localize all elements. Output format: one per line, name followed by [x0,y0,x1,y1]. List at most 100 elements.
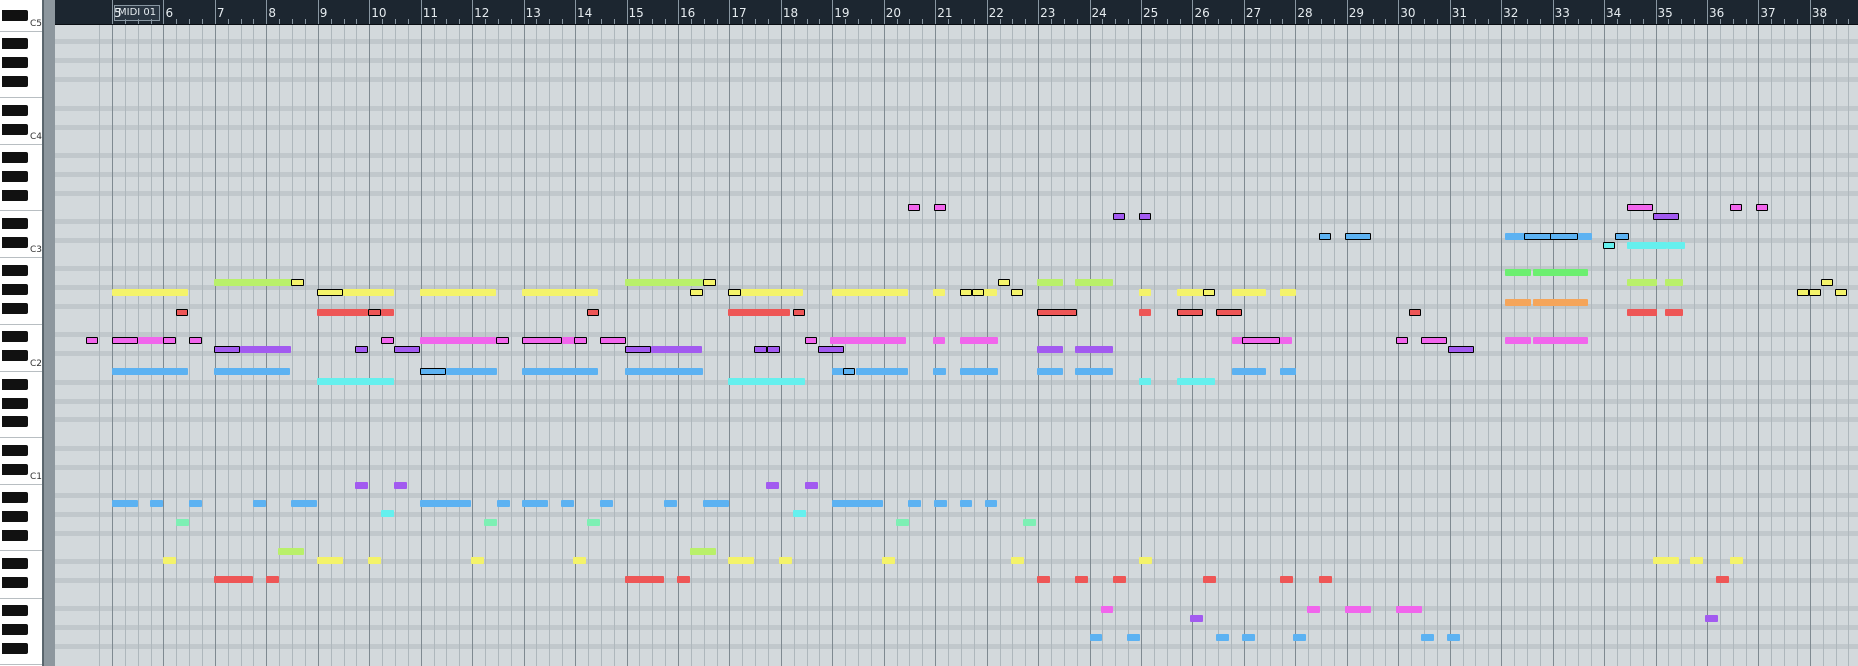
midi-note[interactable] [1037,346,1063,353]
timeline-ruler[interactable]: MIDI 01 5 6 7 8 9 10 11 12 13 14 15 16 17 18 19 20 21 22 2… [55,0,1858,25]
midi-note[interactable] [1139,213,1151,220]
midi-note[interactable] [1232,289,1266,296]
midi-note[interactable] [266,576,279,583]
midi-note[interactable] [677,576,690,583]
midi-note[interactable] [317,557,343,564]
midi-note[interactable] [600,337,626,344]
midi-note[interactable] [972,289,984,296]
midi-note[interactable] [1409,309,1421,316]
midi-note[interactable] [420,500,471,507]
midi-note[interactable] [1705,615,1718,622]
black-key[interactable] [2,397,28,409]
midi-note[interactable] [1505,337,1531,344]
midi-note[interactable] [832,289,908,296]
midi-note[interactable] [291,279,304,286]
midi-note[interactable] [1756,204,1768,211]
midi-note[interactable] [1280,368,1296,375]
midi-note[interactable] [818,346,844,353]
midi-note[interactable] [1533,269,1588,276]
black-key[interactable] [2,624,28,636]
midi-note[interactable] [703,279,716,286]
midi-note[interactable] [522,337,562,344]
midi-note[interactable] [317,309,368,316]
midi-note[interactable] [522,289,598,296]
midi-note[interactable] [1280,337,1292,344]
midi-note[interactable] [86,337,98,344]
midi-note[interactable] [766,482,779,489]
midi-note[interactable] [1232,368,1266,375]
midi-note[interactable] [856,368,908,375]
midi-note[interactable] [420,289,496,296]
midi-note[interactable] [343,289,394,296]
midi-note[interactable] [1293,634,1306,641]
black-key[interactable] [2,605,28,617]
midi-note[interactable] [1797,289,1809,296]
black-key[interactable] [2,189,28,201]
midi-note[interactable] [960,500,972,507]
midi-note[interactable] [240,346,291,353]
black-key[interactable] [2,303,28,315]
midi-note[interactable] [1177,378,1215,385]
midi-note[interactable] [896,519,909,526]
midi-note[interactable] [1665,309,1683,316]
midi-note[interactable] [1627,204,1653,211]
midi-note[interactable] [934,500,947,507]
midi-note[interactable] [381,309,394,316]
midi-note[interactable] [1177,289,1203,296]
midi-note[interactable] [1447,634,1460,641]
midi-note[interactable] [189,500,202,507]
black-key[interactable] [2,331,28,343]
midi-note[interactable] [1139,378,1151,385]
midi-note[interactable] [1809,289,1821,296]
midi-note[interactable] [291,500,317,507]
midi-note[interactable] [882,557,895,564]
midi-note[interactable] [1090,634,1102,641]
midi-note[interactable] [728,378,805,385]
black-key[interactable] [2,236,28,248]
midi-note[interactable] [793,510,806,517]
midi-note[interactable] [1242,634,1255,641]
midi-note[interactable] [1615,233,1629,240]
midi-note[interactable] [933,337,945,344]
midi-note[interactable] [843,368,855,375]
midi-note[interactable] [779,557,792,564]
midi-note[interactable] [176,309,188,316]
midi-note[interactable] [934,204,946,211]
midi-note[interactable] [1280,289,1296,296]
midi-note[interactable] [420,368,446,375]
midi-note[interactable] [1448,346,1474,353]
midi-note[interactable] [1653,557,1679,564]
midi-note[interactable] [1396,606,1422,613]
midi-note[interactable] [112,289,188,296]
midi-note[interactable] [355,482,368,489]
midi-note[interactable] [1216,634,1229,641]
midi-note[interactable] [214,346,240,353]
midi-note[interactable] [1037,309,1077,316]
midi-note[interactable] [625,368,703,375]
midi-note[interactable] [214,368,290,375]
midi-note[interactable] [960,368,998,375]
midi-note[interactable] [908,500,921,507]
midi-note[interactable] [497,500,510,507]
midi-note[interactable] [1037,576,1050,583]
black-key[interactable] [2,265,28,277]
midi-note[interactable] [189,337,202,344]
midi-note[interactable] [1505,269,1531,276]
midi-note[interactable] [741,289,803,296]
midi-note[interactable] [960,289,972,296]
midi-note[interactable] [998,279,1010,286]
midi-note[interactable] [1835,289,1847,296]
midi-note[interactable] [214,576,253,583]
midi-note[interactable] [625,576,664,583]
black-key[interactable] [2,123,28,135]
midi-note[interactable] [728,309,790,316]
midi-note[interactable] [830,337,906,344]
midi-note[interactable] [805,337,817,344]
midi-note[interactable] [112,500,138,507]
midi-note[interactable] [805,482,818,489]
midi-note[interactable] [1421,337,1447,344]
midi-note[interactable] [112,368,188,375]
midi-note[interactable] [355,346,368,353]
midi-note[interactable] [1075,279,1113,286]
midi-note[interactable] [664,500,677,507]
